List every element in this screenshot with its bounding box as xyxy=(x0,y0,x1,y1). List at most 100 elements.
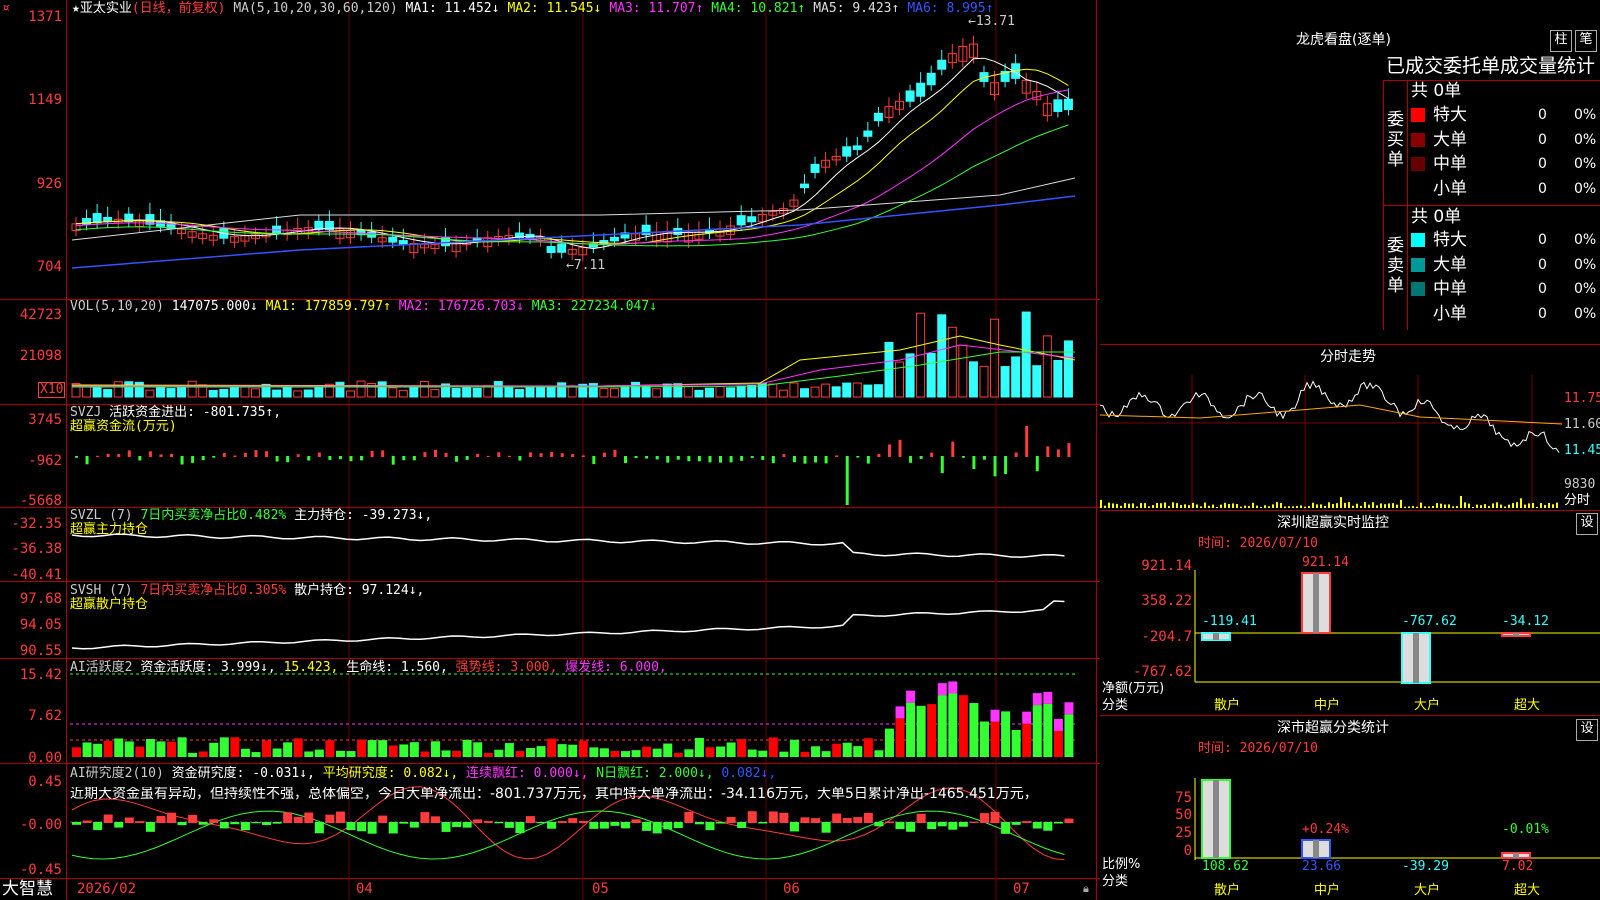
volume-bar xyxy=(810,386,820,398)
activity-bar xyxy=(473,742,483,757)
price-tick: 1149 xyxy=(28,92,62,108)
volume-bar xyxy=(799,388,809,398)
intraday-vol-bar xyxy=(1480,505,1482,508)
intraday-vol-bar xyxy=(1436,503,1438,508)
intraday-vol-bar xyxy=(1428,506,1430,508)
sz-class-category: 中户 xyxy=(1314,883,1341,898)
sz-monitor-settings-button[interactable]: 设 xyxy=(1576,513,1598,535)
activity-bar xyxy=(906,702,916,757)
flow-bar xyxy=(602,452,606,457)
volume-bar xyxy=(958,344,968,398)
activity-bar xyxy=(230,737,240,757)
research-bar xyxy=(811,818,821,823)
order-size-label: 大单 xyxy=(1433,129,1467,150)
research-bar xyxy=(621,822,631,829)
research-bar xyxy=(262,822,272,825)
sz-class-value: 108.62 xyxy=(1202,859,1249,874)
activity-bar xyxy=(483,752,493,757)
volume-bar xyxy=(937,314,947,398)
flow-bar xyxy=(814,456,818,463)
activity-bar xyxy=(916,705,926,757)
activity-bar xyxy=(811,746,821,757)
activity-bar xyxy=(420,751,430,757)
research-bar xyxy=(948,822,958,830)
activity-bar xyxy=(948,681,958,694)
legend-swatch xyxy=(1411,108,1425,122)
intraday-vol-bar xyxy=(1376,505,1378,508)
sz-monitor-category: 散户 xyxy=(1214,698,1241,713)
research-bar xyxy=(663,822,673,830)
ma-value: MA3: 11.707↑ xyxy=(609,1,704,16)
flow-bar xyxy=(645,456,649,459)
sz-monitor-value: -767.62 xyxy=(1402,614,1457,629)
volume-bar xyxy=(103,389,113,398)
intraday-vol-bar xyxy=(1528,503,1530,508)
volume-bar xyxy=(557,382,567,398)
activity-bar xyxy=(610,751,620,757)
volume-bar xyxy=(694,389,704,398)
intraday-vol-bar xyxy=(1268,506,1270,508)
flow-bar xyxy=(666,456,670,463)
svzl-tick: -32.35 xyxy=(11,516,62,532)
svzj-title: SVZJ xyxy=(70,405,102,420)
volume-bar xyxy=(346,390,356,398)
intraday-vol-bar xyxy=(1272,504,1274,508)
svsh-title: SVSH (7) xyxy=(70,583,133,598)
volume-bar xyxy=(768,383,778,398)
volume-bar xyxy=(599,387,609,398)
flow-bar xyxy=(486,455,490,457)
activity-bar xyxy=(367,740,377,757)
candle xyxy=(799,183,809,189)
flow-bar xyxy=(402,456,406,461)
intraday-vol-bar xyxy=(1220,504,1222,508)
tick-mode-button[interactable]: 笔 xyxy=(1575,30,1597,52)
ai-active-tick: 7.62 xyxy=(28,708,62,724)
volume-bar xyxy=(821,383,831,398)
order-count: 0 xyxy=(1538,281,1547,297)
chart-area[interactable]: ¤ ★亚太实业(日线，前复权) MA(5,10,20,30,60,120) MA… xyxy=(0,0,1100,900)
volume-bar xyxy=(968,361,978,398)
intraday-vol-bar xyxy=(1488,506,1490,508)
flow-bar xyxy=(729,456,733,463)
activity-bar xyxy=(378,740,388,757)
activity-bar xyxy=(895,718,905,757)
flow-bar xyxy=(444,453,448,457)
candle xyxy=(926,72,936,86)
ai-research-comment: 近期大资金虽有异动，但持续性不强，总体偏空，今日大单净流出：-801.737万元… xyxy=(70,787,1038,801)
research-bar xyxy=(853,817,863,823)
activity-bar xyxy=(262,740,272,757)
flow-bar xyxy=(708,456,712,463)
flow-bar xyxy=(972,456,976,470)
flow-bar xyxy=(1067,443,1071,457)
research-bar xyxy=(494,822,504,824)
intraday-vol-bar xyxy=(1160,503,1162,508)
date-label: 04 xyxy=(356,881,373,897)
flow-bar xyxy=(930,452,934,457)
activity-bar xyxy=(219,737,229,757)
volume-bar xyxy=(398,389,408,398)
intraday-vol-bar xyxy=(1144,503,1146,508)
intraday-vol-bar xyxy=(1392,503,1394,508)
activity-bar xyxy=(652,748,662,757)
activity-bar xyxy=(1064,702,1074,715)
flow-bar xyxy=(961,456,965,458)
intraday-vol-bar xyxy=(1352,505,1354,508)
order-size-label: 小单 xyxy=(1433,178,1467,199)
flow-bar xyxy=(360,456,364,461)
ai-research-tick: -0.00 xyxy=(19,817,62,833)
intraday-vol-bar xyxy=(1476,504,1478,508)
research-bar xyxy=(589,822,599,829)
intraday-vol-bar xyxy=(1336,503,1338,508)
sz-monitor-category: 超大 xyxy=(1514,698,1541,713)
bar-mode-button[interactable]: 柱 xyxy=(1550,30,1572,52)
activity-bar xyxy=(716,746,726,757)
research-bar xyxy=(884,821,894,823)
flow-bar xyxy=(528,452,532,457)
sz-class-settings-button[interactable]: 设 xyxy=(1576,719,1598,741)
lock-icon[interactable]: 🔒︎ xyxy=(1083,882,1089,896)
intraday-vol-bar xyxy=(1156,503,1158,508)
activity-bar xyxy=(399,744,409,757)
volume-header: VOL(5,10,20) 147075.000↓ MA1: 177859.797… xyxy=(70,300,657,314)
volume-bar xyxy=(293,390,303,398)
svsh-subtitle: 超赢散户持仓 xyxy=(70,597,149,612)
